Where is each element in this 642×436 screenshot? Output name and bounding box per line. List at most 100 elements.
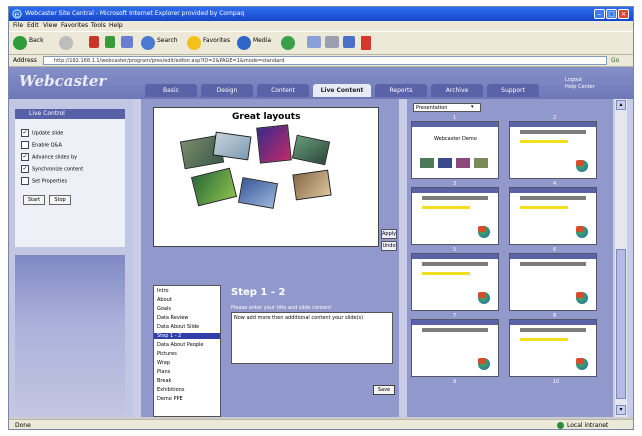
title-bar: e Webcaster Site Central - Microsoft Int… — [9, 7, 633, 21]
browser-window: e Webcaster Site Central - Microsoft Int… — [8, 6, 634, 430]
live-control-header: Live Control — [15, 109, 125, 119]
slide-thumbnail[interactable] — [509, 121, 597, 179]
option-set-properties[interactable]: Set Properties — [21, 177, 67, 185]
checkbox-unchecked[interactable] — [21, 177, 29, 185]
save-button[interactable]: Save — [373, 385, 395, 395]
layout-card — [256, 124, 292, 164]
layout-card — [291, 134, 331, 166]
undo-button[interactable]: Undo — [381, 241, 397, 251]
refresh-icon[interactable] — [105, 36, 115, 48]
mail-icon[interactable] — [307, 36, 321, 48]
search-icon[interactable] — [141, 36, 155, 50]
list-item[interactable]: Wrap — [157, 360, 170, 366]
forward-icon[interactable] — [59, 36, 73, 50]
menu-tools[interactable]: Tools — [91, 22, 106, 29]
checkbox-checked[interactable]: ✓ — [21, 153, 29, 161]
slide-thumbnail[interactable] — [411, 319, 499, 377]
list-item-selected[interactable]: Step 1 - 2 — [154, 333, 220, 339]
menu-favorites[interactable]: Favorites — [61, 22, 88, 29]
menu-bar: File Edit View Favorites Tools Help — [9, 21, 633, 31]
checkbox-unchecked[interactable] — [21, 141, 29, 149]
layout-card — [292, 169, 332, 201]
slide-thumbnail[interactable] — [509, 319, 597, 377]
tab-support[interactable]: Support — [487, 84, 539, 97]
top-links: Logout Help Center — [565, 77, 595, 91]
search-button[interactable]: Search — [157, 37, 178, 44]
chevron-down-icon[interactable]: ▾ — [471, 104, 474, 110]
edit-icon[interactable] — [343, 36, 355, 48]
slide-preview: Great layouts — [153, 107, 379, 247]
tab-live-content[interactable]: Live Content — [313, 84, 371, 97]
slides-panel: Presentation ▾ 1 2 Webcaster Demo 3 4 5 … — [407, 99, 613, 417]
option-advance-slides[interactable]: ✓ Advance slides by — [21, 153, 77, 161]
list-item[interactable]: About — [157, 297, 172, 303]
list-item[interactable]: Data Review — [157, 315, 188, 321]
slide-thumbnail[interactable] — [509, 253, 597, 311]
address-bar: Address http://192.168.1.1/webcaster/pro… — [9, 55, 633, 67]
media-button[interactable]: Media — [253, 37, 271, 44]
minimize-button[interactable]: – — [594, 9, 605, 19]
list-item[interactable]: Data About People — [157, 342, 204, 348]
steps-listbox[interactable]: Intro About Goals Data Review Data About… — [153, 285, 221, 417]
tab-content[interactable]: Content — [257, 84, 309, 97]
menu-edit[interactable]: Edit — [27, 22, 39, 29]
status-bar: Done Local intranet — [9, 419, 633, 429]
acrobat-icon[interactable] — [361, 36, 371, 50]
logout-link[interactable]: Logout — [565, 77, 595, 84]
menu-help[interactable]: Help — [109, 22, 123, 29]
help-center-link[interactable]: Help Center — [565, 84, 595, 91]
close-button[interactable]: × — [618, 9, 629, 19]
home-icon[interactable] — [121, 36, 133, 48]
toolbar: Back Search Favorites Media — [9, 31, 633, 55]
tab-reports[interactable]: Reports — [375, 84, 427, 97]
status-text: Done — [15, 422, 31, 429]
live-control-title: Live Control — [29, 110, 65, 117]
option-enable-qa[interactable]: Enable Q&A — [21, 141, 62, 149]
list-item[interactable]: Exhibitions — [157, 387, 184, 393]
back-button[interactable]: Back — [29, 37, 44, 44]
list-item[interactable]: Break — [157, 378, 171, 384]
scroll-up-icon[interactable]: ▴ — [616, 100, 626, 110]
tab-design[interactable]: Design — [201, 84, 253, 97]
list-item[interactable]: Demo PPE — [157, 396, 183, 402]
slide-thumbnail[interactable] — [509, 187, 597, 245]
menu-file[interactable]: File — [13, 22, 23, 29]
checkbox-checked[interactable]: ✓ — [21, 129, 29, 137]
slide-thumbnail[interactable] — [411, 253, 499, 311]
tab-archive[interactable]: Archive — [431, 84, 483, 97]
favorites-button[interactable]: Favorites — [203, 37, 230, 44]
favorites-star-icon[interactable] — [187, 36, 201, 50]
scroll-down-icon[interactable]: ▾ — [616, 405, 626, 415]
media-icon[interactable] — [237, 36, 251, 50]
address-label: Address — [13, 57, 37, 64]
slide-thumbnail[interactable]: Webcaster Demo — [411, 121, 499, 179]
stop-button[interactable]: Stop — [49, 195, 71, 205]
list-item[interactable]: Data About Slide — [157, 324, 199, 330]
zone-indicator: Local intranet — [557, 422, 608, 429]
vertical-scrollbar[interactable]: ▴ ▾ — [615, 99, 627, 417]
maximize-button[interactable]: □ — [606, 9, 617, 19]
site-banner: Webcaster Logout Help Center Basic Desig… — [9, 67, 633, 99]
print-icon[interactable] — [325, 36, 339, 48]
list-item[interactable]: Pictures — [157, 351, 177, 357]
history-icon[interactable] — [281, 36, 295, 50]
list-item[interactable]: Plans — [157, 369, 170, 375]
scrollbar-thumb[interactable] — [616, 249, 626, 399]
step-text-area[interactable]: Now add more then additional content you… — [231, 312, 393, 364]
checkbox-checked[interactable]: ✓ — [21, 165, 29, 173]
apply-button[interactable]: Apply — [381, 229, 397, 239]
address-input[interactable]: http://192.168.1.1/webcaster/program/pre… — [43, 56, 607, 65]
go-button[interactable]: Go — [611, 57, 619, 64]
window-title: Webcaster Site Central - Microsoft Inter… — [25, 10, 245, 17]
slide-title-text: Webcaster Demo — [434, 136, 477, 142]
tab-basic[interactable]: Basic — [145, 84, 197, 97]
list-item[interactable]: Intro — [157, 288, 169, 294]
back-icon[interactable] — [13, 36, 27, 50]
option-synchronize[interactable]: ✓ Synchronize content — [21, 165, 83, 173]
stop-icon[interactable] — [89, 36, 99, 48]
option-update-slide[interactable]: ✓ Update slide — [21, 129, 63, 137]
list-item[interactable]: Goals — [157, 306, 171, 312]
start-button[interactable]: Start — [23, 195, 45, 205]
slide-thumbnail[interactable] — [411, 187, 499, 245]
menu-view[interactable]: View — [43, 22, 57, 29]
